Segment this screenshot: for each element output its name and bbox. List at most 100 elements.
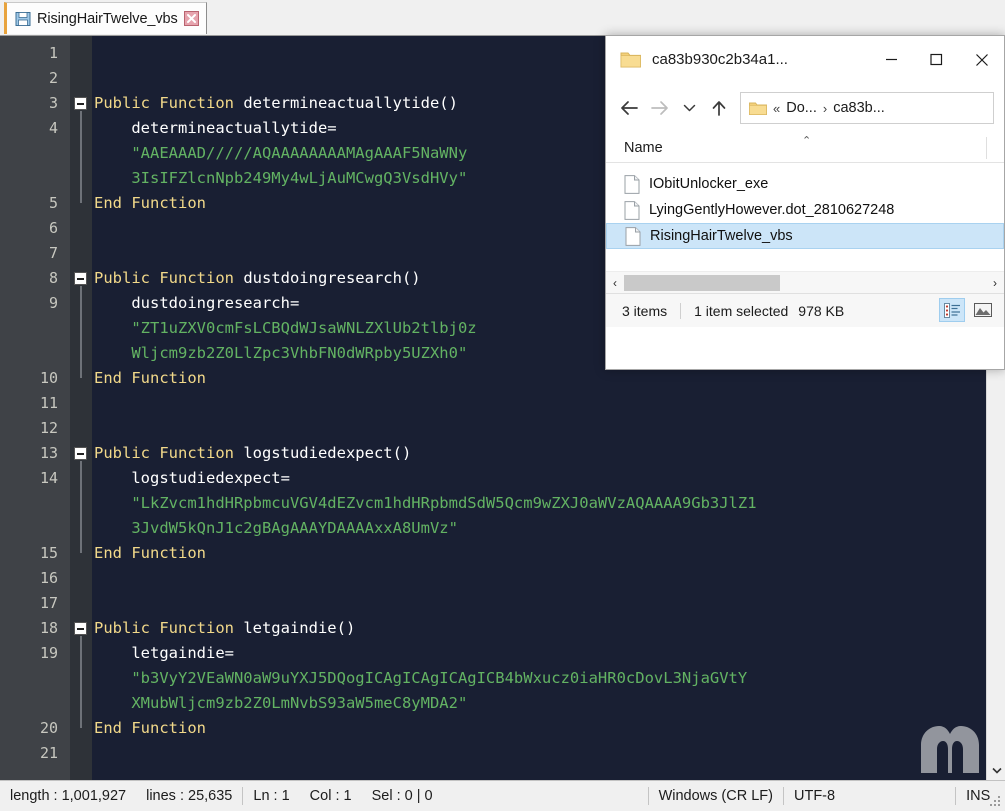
fold-toggle-icon[interactable]	[74, 622, 87, 635]
fold-guide-line	[80, 111, 82, 203]
file-name: IObitUnlocker_exe	[649, 176, 768, 192]
line-number: 13	[0, 441, 58, 466]
notepadpp-status-bar: length : 1,001,927 lines : 25,635 Ln : 1…	[0, 780, 1005, 811]
status-size: 978 KB	[798, 303, 844, 319]
line-number: 7	[0, 241, 58, 266]
line-number: 2	[0, 66, 58, 91]
recent-locations-icon[interactable]	[674, 92, 704, 124]
code-token: logstudiedexpect	[94, 469, 281, 487]
status-lines: lines : 25,635	[136, 781, 242, 811]
line-number: 4	[0, 116, 58, 141]
code-token: Wljcm9zb2Z0LlZpc3VhbFN0dWRpby5UZXh0"	[94, 344, 467, 362]
code-line[interactable]: XMubWljcm9zb2Z0LmNvbS93aW5meC8yMDA2"	[92, 691, 1005, 716]
code-token: End Function	[94, 719, 206, 737]
fold-toggle-icon[interactable]	[74, 447, 87, 460]
line-number: 8	[0, 266, 58, 291]
explorer-horizontal-scrollbar[interactable]: ‹ ›	[606, 271, 1004, 293]
list-item[interactable]: LyingGentlyHowever.dot_2810627248	[606, 197, 1004, 223]
code-token: ()	[402, 269, 421, 287]
list-item[interactable]: RisingHairTwelve_vbs	[606, 223, 1004, 249]
code-token: XMubWljcm9zb2Z0LmNvbS93aW5meC8yMDA2"	[94, 694, 467, 712]
line-number: 9	[0, 291, 58, 316]
details-view-icon[interactable]	[939, 298, 965, 322]
line-number: 3	[0, 91, 58, 116]
sort-ascending-icon: ⌃	[802, 134, 811, 147]
code-token: End Function	[94, 369, 206, 387]
thumbnail-view-icon[interactable]	[970, 298, 996, 322]
breadcrumb-separator: ›	[823, 101, 827, 116]
code-token: ()	[439, 94, 458, 112]
minimize-button[interactable]	[869, 36, 914, 83]
code-token: End Function	[94, 544, 206, 562]
explorer-title-bar[interactable]: ca83b930c2b34a1...	[606, 36, 1004, 83]
explorer-status-bar: 3 items 1 item selected 978 KB	[606, 293, 1004, 327]
address-bar[interactable]: « Do... › ca83b...	[740, 92, 994, 124]
code-line[interactable]: "b3VyY2VEaWN0aW9uYXJ5DQogICAgICAgICAgICB…	[92, 666, 1005, 691]
fold-toggle-icon[interactable]	[74, 272, 87, 285]
resize-grip-icon[interactable]	[988, 794, 1002, 808]
code-line[interactable]: 3JvdW5kQnJ1c2gBAgAAAYDAAAAxxA8UmVz"	[92, 516, 1005, 541]
code-token: =	[290, 294, 299, 312]
close-icon[interactable]	[184, 11, 199, 26]
file-list[interactable]: IObitUnlocker_exe LyingGentlyHowever.dot_…	[606, 163, 1004, 271]
line-number: 16	[0, 566, 58, 591]
code-line[interactable]: letgaindie=	[92, 641, 1005, 666]
editor-tab-rising-hair-twelve[interactable]: RisingHairTwelve_vbs	[4, 2, 207, 34]
code-token: dustdoingresearch	[243, 269, 402, 287]
up-arrow-icon[interactable]	[704, 92, 734, 124]
scroll-down-arrow-icon[interactable]	[987, 760, 1005, 780]
line-number: 17	[0, 591, 58, 616]
scroll-left-arrow-icon[interactable]: ‹	[606, 276, 624, 290]
code-line[interactable]: End Function	[92, 541, 1005, 566]
code-token: End Function	[94, 194, 206, 212]
status-item-count: 3 items	[606, 303, 667, 319]
line-number: 14	[0, 466, 58, 491]
column-header-name[interactable]: Name	[606, 140, 663, 156]
breadcrumb-overflow[interactable]: «	[773, 101, 780, 116]
code-line[interactable]: Public Function logstudiedexpect()	[92, 441, 1005, 466]
line-number: 15	[0, 541, 58, 566]
line-number: 19	[0, 641, 58, 666]
code-token: "ZT1uZXV0cmFsLCBQdWJsaWNLZXlUb2tlbj0z	[94, 319, 477, 337]
code-line[interactable]: Public Function letgaindie()	[92, 616, 1005, 641]
code-token: dustdoingresearch	[94, 294, 290, 312]
code-token: ()	[337, 619, 356, 637]
code-token: =	[327, 119, 336, 137]
hscroll-thumb[interactable]	[624, 275, 780, 291]
line-number: 5	[0, 191, 58, 216]
scroll-right-arrow-icon[interactable]: ›	[986, 276, 1004, 290]
maximize-button[interactable]	[914, 36, 959, 83]
folder-icon	[749, 101, 767, 116]
file-name: RisingHairTwelve_vbs	[650, 228, 793, 244]
line-number: 6	[0, 216, 58, 241]
code-token: 3IsIFZlcnNpb249My4wLjAuMCwgQ3VsdHVy"	[94, 169, 467, 187]
close-button[interactable]	[959, 36, 1004, 83]
code-folding-column[interactable]	[70, 36, 92, 780]
status-encoding: UTF-8	[784, 781, 845, 811]
status-sel: Sel : 0 | 0	[362, 781, 443, 811]
file-explorer-window[interactable]: ca83b930c2b34a1...	[605, 35, 1005, 370]
code-token: Public Function	[94, 619, 243, 637]
code-token: =	[225, 644, 234, 662]
code-line[interactable]: logstudiedexpect=	[92, 466, 1005, 491]
back-arrow-icon[interactable]	[614, 92, 644, 124]
code-line[interactable]: "LkZvcm1hdHRpbmcuVGV4dEZvcm1hdHRpbmdSdW5…	[92, 491, 1005, 516]
fold-guide-line	[80, 636, 82, 728]
code-token: letgaindie	[243, 619, 336, 637]
file-icon	[624, 201, 640, 220]
list-item[interactable]: IObitUnlocker_exe	[606, 171, 1004, 197]
fold-toggle-icon[interactable]	[74, 97, 87, 110]
breadcrumb-documents[interactable]: Do...	[786, 100, 817, 116]
line-number: 1	[0, 41, 58, 66]
status-length: length : 1,001,927	[0, 781, 136, 811]
column-header-row: Name ⌃	[606, 133, 1004, 163]
hscroll-track[interactable]	[624, 275, 986, 291]
forward-arrow-icon	[644, 92, 674, 124]
save-disk-icon	[15, 11, 31, 27]
column-divider[interactable]	[986, 137, 987, 159]
status-col: Col : 1	[300, 781, 362, 811]
breadcrumb-current-folder[interactable]: ca83b...	[833, 100, 885, 116]
line-number: 10	[0, 366, 58, 391]
code-line[interactable]: End Function	[92, 716, 1005, 741]
line-number-gutter: 123456789101112131415161718192021	[0, 36, 70, 780]
